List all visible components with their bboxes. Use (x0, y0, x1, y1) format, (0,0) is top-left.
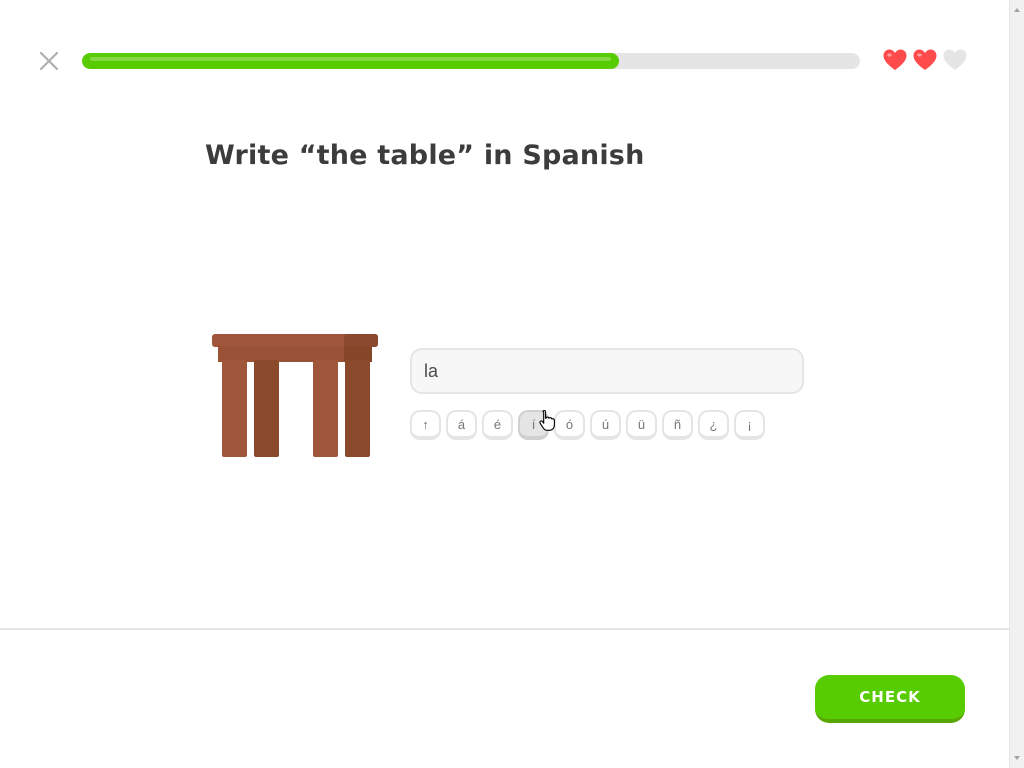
lesson-progress-fill (82, 53, 619, 69)
char-button-inverted-exclamation[interactable]: ¡ (734, 410, 765, 440)
challenge-prompt: Write “the table” in Spanish (205, 140, 645, 171)
char-button-i-acute[interactable]: í (518, 410, 549, 440)
vertical-scrollbar[interactable] (1009, 0, 1024, 768)
close-button[interactable] (36, 48, 62, 74)
lesson-screen: Write “the table” in Spanish ↑áéíóúüñ¿¡ … (0, 0, 1024, 768)
char-button-n-tilde[interactable]: ñ (662, 410, 693, 440)
footer-divider (0, 628, 1009, 630)
heart-full-icon (913, 49, 937, 70)
char-button-o-acute[interactable]: ó (554, 410, 585, 440)
answer-input[interactable] (410, 348, 804, 394)
char-button-shift[interactable]: ↑ (410, 410, 441, 440)
check-button[interactable]: CHECK (815, 675, 965, 723)
char-button-inverted-question[interactable]: ¿ (698, 410, 729, 440)
char-button-u-umlaut[interactable]: ü (626, 410, 657, 440)
char-button-a-acute[interactable]: á (446, 410, 477, 440)
char-button-e-acute[interactable]: é (482, 410, 513, 440)
scroll-down-icon[interactable] (1013, 754, 1021, 762)
table-illustration (212, 334, 378, 457)
lesson-progress-bar (82, 53, 860, 69)
scroll-up-icon[interactable] (1013, 6, 1021, 14)
heart-full-icon (883, 49, 907, 70)
special-characters-row: ↑ á é í ó ú ü ñ ¿ ¡ (410, 410, 765, 440)
hearts-counter (882, 47, 968, 73)
char-button-u-acute[interactable]: ú (590, 410, 621, 440)
heart-empty-icon (943, 49, 967, 70)
close-icon (39, 51, 59, 71)
